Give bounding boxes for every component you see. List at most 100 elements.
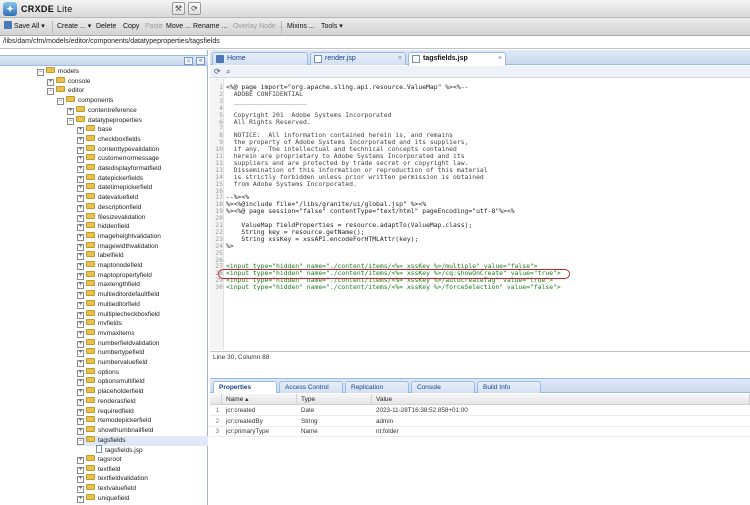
code-line[interactable]: %>	[226, 242, 234, 250]
code-line[interactable]: from Adobe Systems Incorporated.	[226, 180, 357, 188]
tree-node[interactable]: + console	[47, 76, 208, 87]
tab-properties[interactable]: Properties	[213, 381, 277, 393]
tree-node[interactable]: + base	[77, 125, 208, 135]
expand-icon[interactable]: +	[77, 263, 84, 270]
expand-icon[interactable]: +	[77, 350, 84, 358]
tree-node[interactable]: − datatypeproperties	[67, 115, 208, 126]
expand-icon[interactable]: +	[77, 427, 84, 435]
expand-icon[interactable]: +	[77, 195, 84, 203]
current-path[interactable]: /libs/dam/cfm/models/editor/components/d…	[3, 38, 220, 45]
expand-icon[interactable]: +	[77, 360, 84, 367]
tools-icon[interactable]: ⚒	[172, 2, 185, 15]
tree-node[interactable]: + numbertypefield	[77, 348, 208, 358]
expand-icon[interactable]: +	[77, 486, 84, 494]
collapse-icon[interactable]: −	[37, 69, 44, 76]
tree-node[interactable]: + datevaluefield	[77, 193, 208, 203]
expand-icon[interactable]: +	[67, 107, 74, 115]
collapse-icon[interactable]: −	[47, 88, 54, 96]
tree-node[interactable]: + textvaluefield	[77, 484, 208, 494]
copy-button[interactable]: Copy	[123, 21, 139, 33]
tree-node[interactable]: + showthumbnailfield	[77, 425, 208, 436]
type-column-header[interactable]: Type	[297, 394, 372, 405]
tools-button[interactable]: Tools ▾	[321, 21, 343, 33]
tree-node[interactable]: + mvmaxitems	[77, 328, 208, 339]
tree-node[interactable]: + options	[77, 367, 208, 378]
tree-node[interactable]: + textfieldvalidation	[77, 474, 208, 484]
delete-button[interactable]: Delete	[96, 21, 116, 33]
collapse-icon[interactable]: −	[57, 98, 64, 106]
tab-console[interactable]: Console	[411, 381, 475, 393]
tree-node[interactable]: + checkboxfields	[77, 134, 208, 145]
tab-access-control[interactable]: Access Control	[279, 381, 343, 393]
tree-node[interactable]: + datedisplayformatfield	[77, 164, 208, 174]
expand-icon[interactable]: +	[77, 466, 84, 474]
tree-node[interactable]: + datetimepickerfield	[77, 183, 208, 193]
expand-icon[interactable]: +	[77, 398, 84, 406]
cell-value[interactable]: 2023-11-28T16:38:52.858+01:00	[372, 406, 750, 416]
table-row[interactable]: 2 jcr:createdBy String admin	[210, 417, 750, 427]
tree-node[interactable]: + textfield	[77, 464, 208, 475]
close-tab-icon[interactable]: ×	[498, 53, 502, 65]
create-button[interactable]: Create ... ▾	[57, 21, 91, 33]
rename-button[interactable]: Rename ...	[193, 21, 227, 33]
code-line[interactable]: String xssKey = xssAPI.encodeForHTMLAttr…	[226, 235, 418, 243]
code-line[interactable]: ___________________	[226, 97, 307, 105]
expand-icon[interactable]: +	[77, 408, 84, 416]
close-tab-icon[interactable]: ×	[398, 53, 402, 65]
expand-icon[interactable]: +	[77, 243, 84, 251]
cell-value[interactable]: admin	[372, 417, 750, 427]
code-line[interactable]: All Rights Reserved.	[226, 118, 311, 126]
expand-icon[interactable]: +	[77, 204, 84, 212]
find-icon[interactable]: ⌕	[226, 67, 230, 77]
expand-icon[interactable]: +	[77, 253, 84, 261]
expand-icon[interactable]: +	[77, 166, 84, 173]
tree-node[interactable]: + descriptionfield	[77, 202, 208, 213]
tab-render-jsp[interactable]: render.jsp ×	[310, 52, 406, 65]
tree-node[interactable]: − components	[57, 96, 208, 106]
expand-icon[interactable]: +	[77, 233, 84, 241]
tab-build-info[interactable]: Build Info	[477, 381, 541, 393]
tree-node[interactable]: + contentreference	[67, 105, 208, 116]
tree-node[interactable]: + renderasfield	[77, 396, 208, 407]
expand-icon[interactable]: +	[47, 78, 54, 86]
tree-node[interactable]: + imageheightvalidation	[77, 231, 208, 242]
move-button[interactable]: Move ...	[166, 21, 191, 33]
tree-node[interactable]: + maptonodefield	[77, 261, 208, 271]
tree-node[interactable]: + maxlengthfield	[77, 280, 208, 290]
tab-tagsfields-jsp[interactable]: tagsfields.jsp ×	[408, 52, 506, 66]
tree-node[interactable]: + requiredfield	[77, 406, 208, 417]
tree-node[interactable]: + optionsmultifield	[77, 377, 208, 387]
refresh-file-icon[interactable]: ⟳	[214, 67, 221, 76]
expand-icon[interactable]: +	[77, 311, 84, 319]
tree-node[interactable]: + mvfields	[77, 319, 208, 329]
overlay-node-button[interactable]: Overlay Node ...	[233, 21, 284, 33]
mixins-button[interactable]: Mixins ...	[287, 21, 315, 33]
expand-icon[interactable]: +	[77, 476, 84, 484]
tree-node[interactable]: + numberfieldvalidation	[77, 338, 208, 349]
expand-icon[interactable]: +	[77, 146, 84, 154]
expand-icon[interactable]: +	[77, 185, 84, 193]
tree-node[interactable]: tagsfields.jsp	[87, 445, 208, 455]
tree-node[interactable]: + uniquefield	[77, 493, 208, 504]
expand-icon[interactable]: +	[77, 127, 84, 135]
tree-node[interactable]: + multieditorfield	[77, 299, 208, 310]
expand-icon[interactable]: +	[77, 369, 84, 377]
tree-node[interactable]: + placeholderfield	[77, 387, 208, 397]
expand-icon[interactable]: +	[77, 156, 84, 164]
expand-icon[interactable]: +	[77, 224, 84, 232]
value-column-header[interactable]: Value	[372, 394, 750, 405]
expand-icon[interactable]: +	[77, 214, 84, 222]
refresh-icon[interactable]: ⟳	[188, 2, 201, 15]
expand-icon[interactable]: +	[77, 457, 84, 464]
tree-node[interactable]: + maptopropertyfield	[77, 270, 208, 281]
collapse-icon[interactable]: −	[67, 117, 74, 125]
tree-node[interactable]: + labelfield	[77, 251, 208, 261]
name-column-header[interactable]: Name ▴	[222, 394, 297, 405]
table-row[interactable]: 1 jcr:created Date 2023-11-28T16:38:52.858+…	[210, 406, 750, 416]
expand-icon[interactable]: +	[77, 379, 84, 387]
cell-value[interactable]: nt:folder	[372, 427, 750, 437]
expand-icon[interactable]: +	[77, 282, 84, 290]
tree-node[interactable]: + tagsroot	[77, 455, 208, 465]
tree-node[interactable]: + numbervaluefield	[77, 358, 208, 368]
tree-node[interactable]: + hiddenfield	[77, 222, 208, 232]
